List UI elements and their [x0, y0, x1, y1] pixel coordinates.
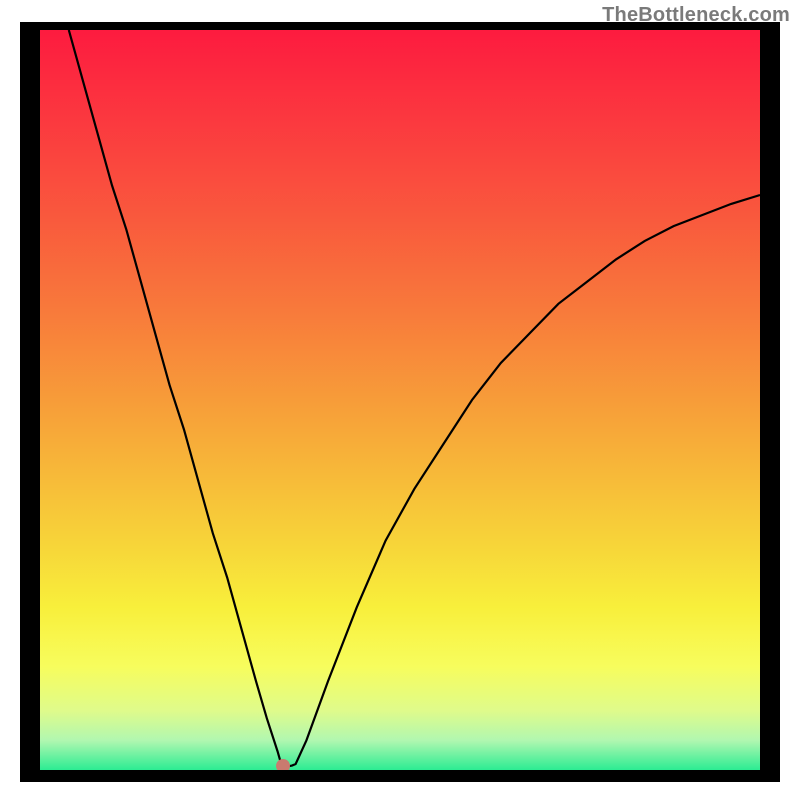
- curve-layer: [40, 30, 760, 770]
- bottleneck-curve-path: [69, 30, 760, 766]
- plot-area: [40, 30, 760, 770]
- chart-container: TheBottleneck.com: [0, 0, 800, 800]
- watermark-text: TheBottleneck.com: [602, 4, 790, 27]
- optimal-point-marker: [276, 759, 290, 770]
